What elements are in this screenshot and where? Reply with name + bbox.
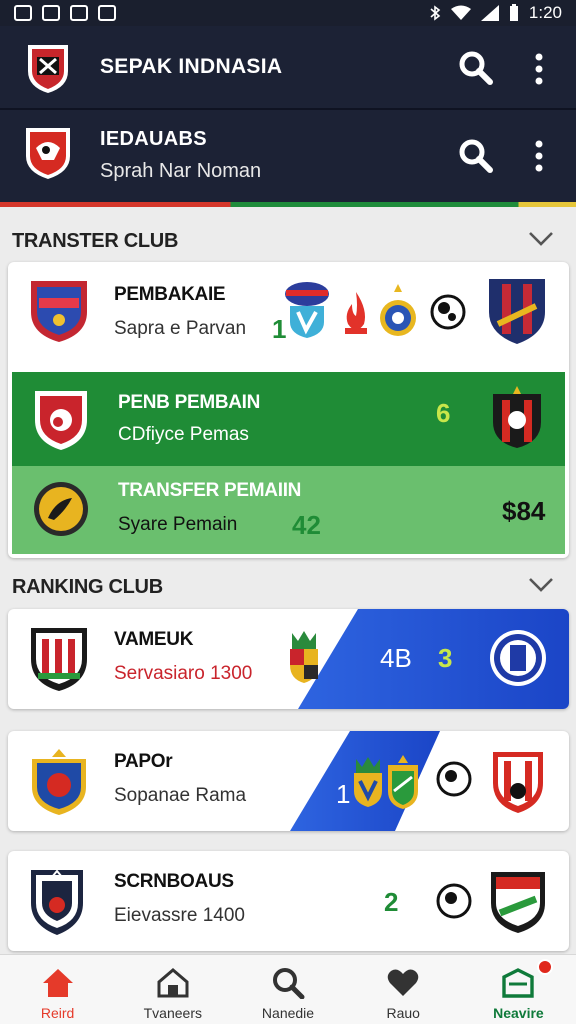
chevron-down-icon[interactable] xyxy=(528,230,554,248)
app-logo-icon xyxy=(28,45,68,93)
notification-icon xyxy=(42,5,60,21)
chevron-down-icon[interactable] xyxy=(528,576,554,594)
wifi-icon xyxy=(450,5,471,20)
ranking-section-header[interactable]: RANKING CLUB xyxy=(0,568,576,608)
row-price: $84 xyxy=(502,496,546,526)
more-menu-icon[interactable] xyxy=(532,139,546,173)
section-title: RANKING CLUB xyxy=(12,576,163,598)
header-color-stripe xyxy=(0,202,576,207)
club-crest-icon xyxy=(490,630,546,686)
card-left-value: 4B xyxy=(380,643,412,673)
transfer-row[interactable]: PENB PEMBAIN CDfiyce Pemas 6 xyxy=(12,372,565,466)
row-count: 6 xyxy=(436,398,451,428)
club-logo-icon xyxy=(26,128,70,179)
ball-badge-icon xyxy=(436,883,472,919)
card-subtitle: Eievassre 1400 xyxy=(114,905,245,926)
club-crest-icon xyxy=(491,872,545,933)
club-badge-icon xyxy=(380,284,416,336)
app-header: SEPAK INDNASIA xyxy=(0,26,576,110)
transfer-card: PEMBAKAIE Sapra e Parvan 1 PENB PEMBAIN … xyxy=(8,262,569,558)
notification-icon xyxy=(98,5,116,21)
club-subtitle: Sprah Nar Noman xyxy=(100,160,262,182)
home-icon xyxy=(42,969,73,997)
transfer-row[interactable]: PEMBAKAIE Sapra e Parvan 1 xyxy=(8,262,569,366)
ball-badge-icon xyxy=(430,294,466,330)
nav-news[interactable]: Neavire xyxy=(461,955,576,1024)
club-crest-icon xyxy=(493,752,543,813)
bottom-navigation: Reird Tvaneers Nanedie Rauo Neavire xyxy=(0,954,576,1024)
search-icon[interactable] xyxy=(458,50,494,86)
club-title: IEDAUABS xyxy=(100,128,207,150)
row-name: TRANSFER PEMAIIN xyxy=(118,480,302,501)
notification-icon xyxy=(14,5,32,21)
section-title: TRANSTER CLUB xyxy=(12,230,179,252)
row-subtitle: Syare Pemain xyxy=(118,514,238,535)
signal-icon xyxy=(480,5,499,21)
club-crest-icon xyxy=(31,869,83,935)
ball-badge-icon xyxy=(436,761,472,797)
ranking-card[interactable]: PAPOr Sopanae Rama 1 xyxy=(8,731,569,831)
row-subtitle: CDfiyce Pemas xyxy=(118,424,249,445)
club-badge-icon xyxy=(354,757,382,807)
club-crest-icon xyxy=(32,749,86,815)
card-subtitle: Sopanae Rama xyxy=(114,785,247,806)
club-crest-icon xyxy=(34,482,88,536)
card-name: VAMEUK xyxy=(114,629,194,650)
nav-label: Tvaneers xyxy=(143,1005,202,1021)
nav-transfers[interactable]: Tvaneers xyxy=(115,955,230,1024)
notification-icons xyxy=(14,5,116,21)
card-subtitle: Servasiaro 1300 xyxy=(114,663,253,684)
nav-label: Rauo xyxy=(386,1005,420,1021)
nav-home[interactable]: Reird xyxy=(0,955,115,1024)
nav-favorites[interactable]: Rauo xyxy=(346,955,461,1024)
club-badge-icon xyxy=(388,755,418,809)
club-badge-icon xyxy=(285,282,329,338)
card-name: SCRNBOAUS xyxy=(114,871,234,892)
card-left-value: 2 xyxy=(384,887,399,917)
row-name: PENB PEMBAIN xyxy=(118,392,261,413)
battery-icon xyxy=(509,4,518,21)
club-crest-icon xyxy=(31,281,87,342)
search-icon xyxy=(273,968,305,999)
ranking-card[interactable]: VAMEUK Servasiaro 1300 4B 3 xyxy=(8,609,569,709)
transfer-section-header[interactable]: TRANSTER CLUB xyxy=(0,222,576,262)
nav-label: Neavire xyxy=(493,1005,544,1021)
app-title: SEPAK INDNASIA xyxy=(100,55,283,78)
nav-label: Nanedie xyxy=(261,1005,315,1021)
inbox-icon xyxy=(502,968,535,998)
nav-search[interactable]: Nanedie xyxy=(230,955,345,1024)
row-count: 42 xyxy=(292,510,321,540)
transfer-row[interactable]: TRANSFER PEMAIIN Syare Pemain 42 $84 xyxy=(12,466,565,554)
heart-icon xyxy=(387,969,419,996)
club-crest-icon xyxy=(493,386,541,448)
club-header: IEDAUABS Sprah Nar Noman xyxy=(0,110,576,202)
club-crest-icon xyxy=(35,391,87,450)
stadium-icon xyxy=(157,968,189,998)
status-time: 1:20 xyxy=(528,3,562,22)
row-subtitle: Sapra e Parvan xyxy=(114,318,247,339)
more-menu-icon[interactable] xyxy=(532,52,546,86)
bluetooth-icon xyxy=(430,5,441,21)
search-icon[interactable] xyxy=(458,138,494,174)
notification-badge xyxy=(536,959,553,975)
card-right-value: 3 xyxy=(438,643,453,673)
flame-badge-icon xyxy=(345,292,367,334)
club-crest-icon xyxy=(489,279,545,344)
status-bar: 1:20 xyxy=(0,0,576,26)
row-name: PEMBAKAIE xyxy=(114,284,226,305)
club-crest-icon xyxy=(31,628,87,691)
card-left-value: 1 xyxy=(336,779,351,809)
notification-icon xyxy=(70,5,88,21)
nav-label: Reird xyxy=(40,1005,75,1021)
club-badge-icon xyxy=(290,631,318,683)
ranking-card[interactable]: SCRNBOAUS Eievassre 1400 2 xyxy=(8,851,569,951)
card-name: PAPOr xyxy=(114,751,173,772)
